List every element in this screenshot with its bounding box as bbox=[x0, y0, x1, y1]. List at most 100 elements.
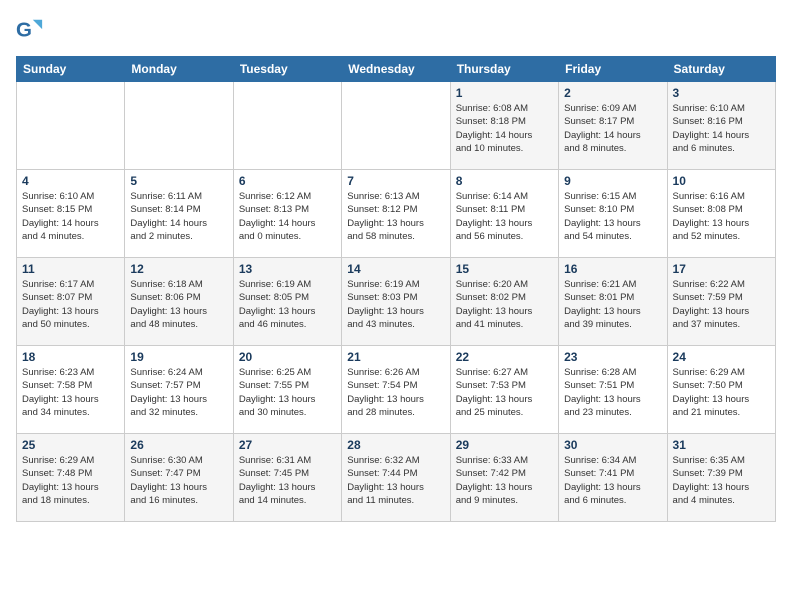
calendar-cell: 11 Sunrise: 6:17 AM Sunset: 8:07 PM Dayli… bbox=[17, 258, 125, 346]
calendar-cell: 28Sunrise: 6:32 AM Sunset: 7:44 PM Dayli… bbox=[342, 434, 450, 522]
weekday-header: Tuesday bbox=[233, 57, 341, 82]
day-info: Sunrise: 6:13 AM Sunset: 8:12 PM Dayligh… bbox=[347, 190, 444, 243]
day-info: Sunrise: 6:34 AM Sunset: 7:41 PM Dayligh… bbox=[564, 454, 661, 507]
calendar-cell bbox=[125, 82, 233, 170]
calendar-cell bbox=[342, 82, 450, 170]
page-header: G bbox=[16, 16, 776, 44]
svg-text:G: G bbox=[16, 19, 32, 42]
weekday-header: Saturday bbox=[667, 57, 775, 82]
day-info: Sunrise: 6:25 AM Sunset: 7:55 PM Dayligh… bbox=[239, 366, 336, 419]
calendar-cell: 15 Sunrise: 6:20 AM Sunset: 8:02 PM Dayli… bbox=[450, 258, 558, 346]
day-number: 18 bbox=[22, 350, 119, 364]
day-number: 24 bbox=[673, 350, 770, 364]
calendar-cell: 7 Sunrise: 6:13 AM Sunset: 8:12 PM Daylig… bbox=[342, 170, 450, 258]
day-info: Sunrise: 6:12 AM Sunset: 8:13 PM Dayligh… bbox=[239, 190, 336, 243]
day-number: 12 bbox=[130, 262, 227, 276]
calendar-week-row: 4 Sunrise: 6:10 AM Sunset: 8:15 PM Daylig… bbox=[17, 170, 776, 258]
calendar-cell: 8 Sunrise: 6:14 AM Sunset: 8:11 PM Daylig… bbox=[450, 170, 558, 258]
weekday-header: Friday bbox=[559, 57, 667, 82]
calendar-cell: 30Sunrise: 6:34 AM Sunset: 7:41 PM Dayli… bbox=[559, 434, 667, 522]
day-number: 20 bbox=[239, 350, 336, 364]
day-number: 14 bbox=[347, 262, 444, 276]
day-info: Sunrise: 6:28 AM Sunset: 7:51 PM Dayligh… bbox=[564, 366, 661, 419]
day-info: Sunrise: 6:24 AM Sunset: 7:57 PM Dayligh… bbox=[130, 366, 227, 419]
day-info: Sunrise: 6:16 AM Sunset: 8:08 PM Dayligh… bbox=[673, 190, 770, 243]
day-info: Sunrise: 6:33 AM Sunset: 7:42 PM Dayligh… bbox=[456, 454, 553, 507]
day-info: Sunrise: 6:10 AM Sunset: 8:15 PM Dayligh… bbox=[22, 190, 119, 243]
calendar-cell: 24 Sunrise: 6:29 AM Sunset: 7:50 PM Dayli… bbox=[667, 346, 775, 434]
day-number: 3 bbox=[673, 86, 770, 100]
day-number: 23 bbox=[564, 350, 661, 364]
calendar-cell: 3 Sunrise: 6:10 AM Sunset: 8:16 PM Daylig… bbox=[667, 82, 775, 170]
day-info: Sunrise: 6:14 AM Sunset: 8:11 PM Dayligh… bbox=[456, 190, 553, 243]
day-number: 17 bbox=[673, 262, 770, 276]
logo: G bbox=[16, 16, 48, 44]
day-info: Sunrise: 6:22 AM Sunset: 7:59 PM Dayligh… bbox=[673, 278, 770, 331]
day-info: Sunrise: 6:15 AM Sunset: 8:10 PM Dayligh… bbox=[564, 190, 661, 243]
calendar-week-row: 1Sunrise: 6:08 AM Sunset: 8:18 PM Daylig… bbox=[17, 82, 776, 170]
calendar-cell: 26 Sunrise: 6:30 AM Sunset: 7:47 PM Dayli… bbox=[125, 434, 233, 522]
calendar-cell: 12Sunrise: 6:18 AM Sunset: 8:06 PM Dayli… bbox=[125, 258, 233, 346]
calendar-cell bbox=[233, 82, 341, 170]
day-number: 21 bbox=[347, 350, 444, 364]
day-info: Sunrise: 6:31 AM Sunset: 7:45 PM Dayligh… bbox=[239, 454, 336, 507]
calendar-week-row: 18 Sunrise: 6:23 AM Sunset: 7:58 PM Dayli… bbox=[17, 346, 776, 434]
day-number: 4 bbox=[22, 174, 119, 188]
calendar-cell: 21Sunrise: 6:26 AM Sunset: 7:54 PM Dayli… bbox=[342, 346, 450, 434]
calendar-cell: 25 Sunrise: 6:29 AM Sunset: 7:48 PM Dayli… bbox=[17, 434, 125, 522]
day-number: 9 bbox=[564, 174, 661, 188]
day-number: 29 bbox=[456, 438, 553, 452]
calendar-cell bbox=[17, 82, 125, 170]
calendar-cell: 19 Sunrise: 6:24 AM Sunset: 7:57 PM Dayli… bbox=[125, 346, 233, 434]
calendar-cell: 23 Sunrise: 6:28 AM Sunset: 7:51 PM Dayli… bbox=[559, 346, 667, 434]
logo-icon: G bbox=[16, 16, 44, 44]
day-number: 1 bbox=[456, 86, 553, 100]
calendar-cell: 5Sunrise: 6:11 AM Sunset: 8:14 PM Daylig… bbox=[125, 170, 233, 258]
day-info: Sunrise: 6:20 AM Sunset: 8:02 PM Dayligh… bbox=[456, 278, 553, 331]
day-number: 11 bbox=[22, 262, 119, 276]
day-number: 22 bbox=[456, 350, 553, 364]
day-info: Sunrise: 6:09 AM Sunset: 8:17 PM Dayligh… bbox=[564, 102, 661, 155]
day-number: 6 bbox=[239, 174, 336, 188]
day-info: Sunrise: 6:29 AM Sunset: 7:50 PM Dayligh… bbox=[673, 366, 770, 419]
day-info: Sunrise: 6:19 AM Sunset: 8:03 PM Dayligh… bbox=[347, 278, 444, 331]
calendar-cell: 1Sunrise: 6:08 AM Sunset: 8:18 PM Daylig… bbox=[450, 82, 558, 170]
day-info: Sunrise: 6:29 AM Sunset: 7:48 PM Dayligh… bbox=[22, 454, 119, 507]
day-info: Sunrise: 6:23 AM Sunset: 7:58 PM Dayligh… bbox=[22, 366, 119, 419]
calendar-table: SundayMondayTuesdayWednesdayThursdayFrid… bbox=[16, 56, 776, 522]
day-number: 19 bbox=[130, 350, 227, 364]
day-number: 7 bbox=[347, 174, 444, 188]
day-number: 10 bbox=[673, 174, 770, 188]
calendar-cell: 20 Sunrise: 6:25 AM Sunset: 7:55 PM Dayli… bbox=[233, 346, 341, 434]
day-number: 25 bbox=[22, 438, 119, 452]
day-info: Sunrise: 6:32 AM Sunset: 7:44 PM Dayligh… bbox=[347, 454, 444, 507]
weekday-header: Wednesday bbox=[342, 57, 450, 82]
day-number: 8 bbox=[456, 174, 553, 188]
weekday-header: Sunday bbox=[17, 57, 125, 82]
day-number: 27 bbox=[239, 438, 336, 452]
calendar-cell: 22 Sunrise: 6:27 AM Sunset: 7:53 PM Dayli… bbox=[450, 346, 558, 434]
calendar-cell: 29 Sunrise: 6:33 AM Sunset: 7:42 PM Dayli… bbox=[450, 434, 558, 522]
day-number: 2 bbox=[564, 86, 661, 100]
day-info: Sunrise: 6:10 AM Sunset: 8:16 PM Dayligh… bbox=[673, 102, 770, 155]
day-info: Sunrise: 6:27 AM Sunset: 7:53 PM Dayligh… bbox=[456, 366, 553, 419]
day-info: Sunrise: 6:21 AM Sunset: 8:01 PM Dayligh… bbox=[564, 278, 661, 331]
day-number: 15 bbox=[456, 262, 553, 276]
calendar-cell: 13Sunrise: 6:19 AM Sunset: 8:05 PM Dayli… bbox=[233, 258, 341, 346]
calendar-cell: 31Sunrise: 6:35 AM Sunset: 7:39 PM Dayli… bbox=[667, 434, 775, 522]
day-number: 26 bbox=[130, 438, 227, 452]
calendar-cell: 27 Sunrise: 6:31 AM Sunset: 7:45 PM Dayli… bbox=[233, 434, 341, 522]
calendar-cell: 14 Sunrise: 6:19 AM Sunset: 8:03 PM Dayli… bbox=[342, 258, 450, 346]
calendar-week-row: 25 Sunrise: 6:29 AM Sunset: 7:48 PM Dayli… bbox=[17, 434, 776, 522]
day-info: Sunrise: 6:17 AM Sunset: 8:07 PM Dayligh… bbox=[22, 278, 119, 331]
calendar-cell: 4 Sunrise: 6:10 AM Sunset: 8:15 PM Daylig… bbox=[17, 170, 125, 258]
calendar-header-row: SundayMondayTuesdayWednesdayThursdayFrid… bbox=[17, 57, 776, 82]
calendar-cell: 17 Sunrise: 6:22 AM Sunset: 7:59 PM Dayli… bbox=[667, 258, 775, 346]
calendar-cell: 9 Sunrise: 6:15 AM Sunset: 8:10 PM Daylig… bbox=[559, 170, 667, 258]
day-number: 5 bbox=[130, 174, 227, 188]
weekday-header: Monday bbox=[125, 57, 233, 82]
weekday-header: Thursday bbox=[450, 57, 558, 82]
day-number: 16 bbox=[564, 262, 661, 276]
day-info: Sunrise: 6:30 AM Sunset: 7:47 PM Dayligh… bbox=[130, 454, 227, 507]
calendar-cell: 2 Sunrise: 6:09 AM Sunset: 8:17 PM Daylig… bbox=[559, 82, 667, 170]
